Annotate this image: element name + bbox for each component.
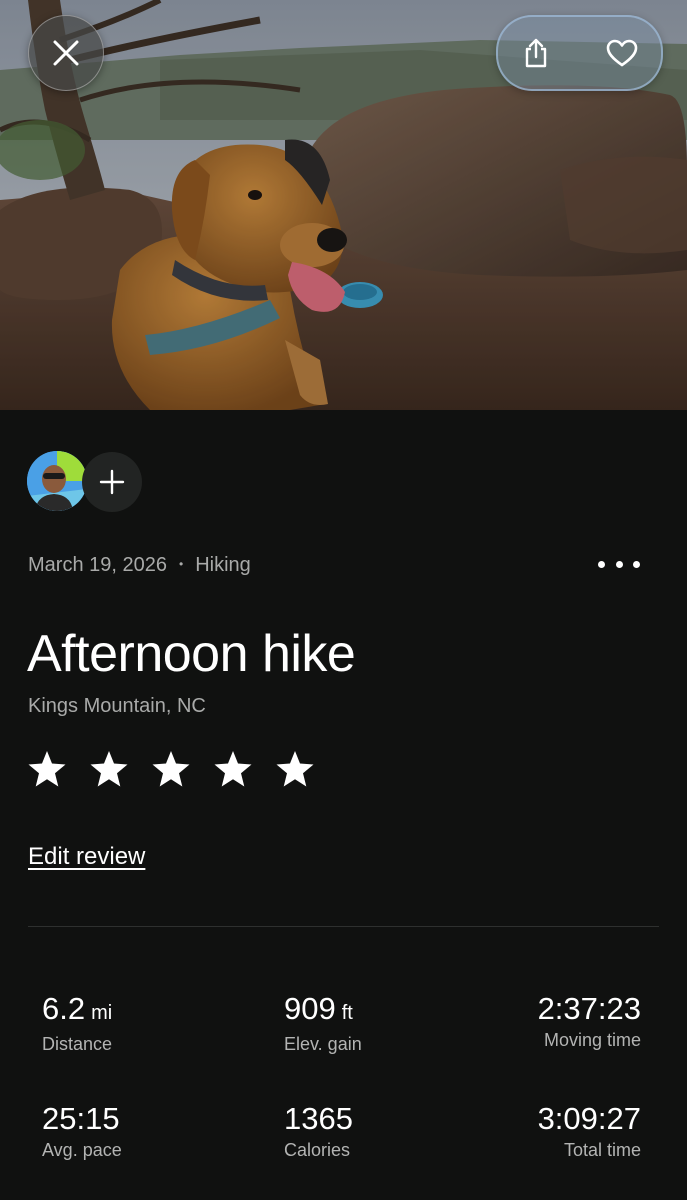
favorite-button[interactable] <box>586 17 658 89</box>
star-icon[interactable] <box>213 749 253 789</box>
total-time-value: 3:09:27 <box>537 1101 641 1136</box>
stat-total-time: 3:09:27 Total time <box>538 1100 641 1161</box>
moving-time-value: 2:37:23 <box>537 991 641 1026</box>
more-options-button[interactable] <box>596 550 642 578</box>
distance-value: 6.2 <box>42 991 86 1026</box>
stat-avg-pace: 25:15 Avg. pace <box>42 1100 122 1161</box>
stat-value: 6.2 mi <box>42 990 112 1032</box>
heart-icon <box>606 39 638 67</box>
stat-calories: 1365 Calories <box>284 1100 353 1161</box>
add-partner-button[interactable] <box>82 452 142 512</box>
close-button[interactable] <box>28 15 104 91</box>
star-icon[interactable] <box>275 749 315 789</box>
elevation-unit: ft <box>341 1002 353 1024</box>
stat-moving-time: 2:37:23 Moving time <box>538 990 641 1051</box>
plus-icon <box>99 469 125 495</box>
star-icon[interactable] <box>89 749 129 789</box>
more-dot-icon <box>598 560 605 568</box>
more-dot-icon <box>615 560 623 568</box>
activity-type: Hiking <box>195 553 251 576</box>
elevation-value: 909 <box>284 991 336 1026</box>
avg-pace-label: Avg. pace <box>42 1140 122 1160</box>
share-icon <box>525 38 547 68</box>
photo-actions <box>496 15 663 91</box>
stat-distance: 6.2 mi Distance <box>42 990 112 1055</box>
hero-photo <box>0 0 687 410</box>
star-icon[interactable] <box>151 749 191 789</box>
total-time-label: Total time <box>563 1140 641 1160</box>
edit-review-link[interactable]: Edit review <box>28 843 145 871</box>
activity-date: March 19, 2026 <box>28 553 167 576</box>
more-dot-icon <box>633 560 640 568</box>
share-button[interactable] <box>500 17 572 89</box>
activity-title: Afternoon hike <box>27 625 356 683</box>
activity-meta: March 19, 2026 • Hiking <box>28 552 251 578</box>
stat-elevation: 909 ft Elev. gain <box>284 990 362 1055</box>
distance-unit: mi <box>91 1002 113 1024</box>
meta-separator: • <box>178 557 184 571</box>
calories-label: Calories <box>284 1140 351 1160</box>
divider <box>28 926 659 927</box>
elevation-label: Elev. gain <box>284 1034 362 1054</box>
close-icon <box>53 40 79 66</box>
star-icon[interactable] <box>27 749 67 789</box>
calories-value: 1365 <box>284 1101 353 1136</box>
distance-label: Distance <box>42 1034 113 1054</box>
avatar-image <box>27 451 87 511</box>
moving-time-label: Moving time <box>543 1030 641 1050</box>
avatar[interactable] <box>27 451 87 511</box>
stat-value: 909 ft <box>284 990 362 1032</box>
rating-stars <box>27 749 337 789</box>
activity-location: Kings Mountain, NC <box>28 695 206 717</box>
avg-pace-value: 25:15 <box>42 1101 120 1136</box>
